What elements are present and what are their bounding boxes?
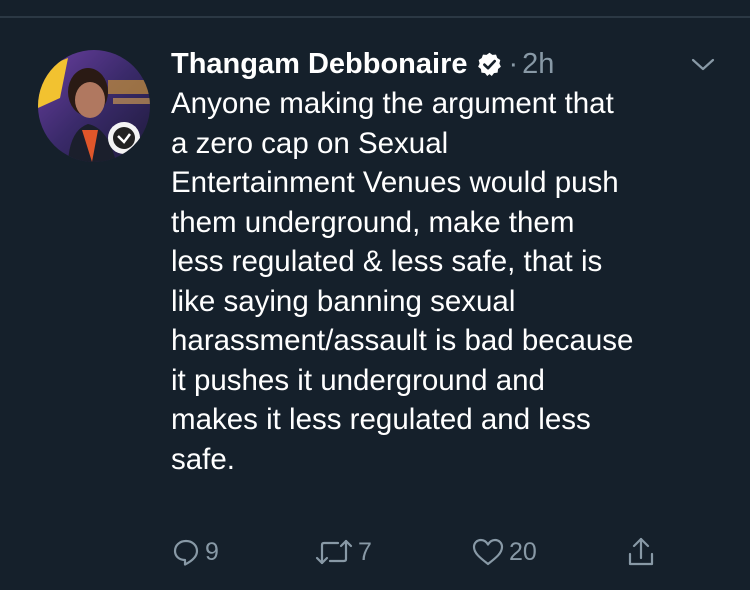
- heart-icon: [472, 538, 504, 566]
- reply-icon: [173, 539, 199, 566]
- top-divider: [0, 16, 750, 18]
- share-button[interactable]: [626, 530, 656, 574]
- like-button[interactable]: 20: [471, 530, 537, 574]
- author-name[interactable]: Thangam Debbonaire: [171, 48, 468, 81]
- like-count: 20: [509, 537, 537, 566]
- tweet-actions-bar: 9 7 20: [0, 530, 750, 574]
- reply-count: 9: [205, 537, 219, 566]
- avatar-image: [38, 50, 150, 162]
- retweet-icon: [315, 539, 353, 565]
- separator-dot: ·: [508, 47, 519, 80]
- retweet-button[interactable]: 7: [314, 530, 372, 574]
- tweet-header: Thangam Debbonaire · 2h: [171, 44, 554, 84]
- share-icon: [628, 537, 654, 566]
- avatar[interactable]: [38, 50, 150, 162]
- tweet-timestamp[interactable]: 2h: [522, 48, 554, 81]
- reply-button[interactable]: 9: [171, 530, 219, 574]
- retweet-count: 7: [358, 537, 372, 566]
- tweet-text: Anyone making the argument that a zero c…: [171, 87, 634, 476]
- verified-badge-icon: [476, 51, 503, 78]
- chevron-down-icon[interactable]: [690, 56, 716, 74]
